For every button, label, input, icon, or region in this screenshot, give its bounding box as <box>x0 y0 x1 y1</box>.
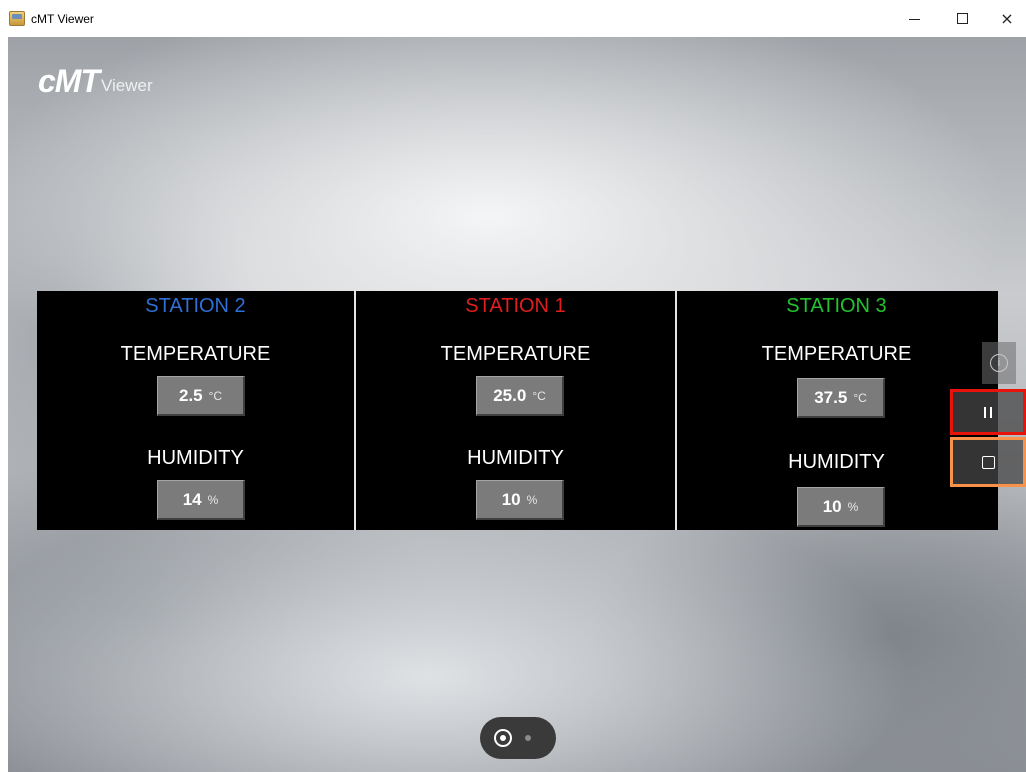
station-column-station-2: STATION 2 TEMPERATURE 2.5 °C HUMIDITY 14… <box>37 291 356 530</box>
pause-icon <box>984 406 992 418</box>
maximize-icon <box>956 13 968 24</box>
logo-main-text: cMT <box>38 63 100 99</box>
close-button[interactable]: × <box>985 0 1026 37</box>
stop-icon <box>981 455 995 469</box>
info-button[interactable]: i <box>982 342 1016 384</box>
station-column-station-3: STATION 3 TEMPERATURE 37.5 °C HUMIDITY 1… <box>677 291 996 530</box>
humidity-label: HUMIDITY <box>147 447 244 469</box>
humidity-value: 10 <box>501 489 521 509</box>
info-icon: i <box>990 354 1008 372</box>
temperature-value-box[interactable]: 2.5 °C <box>157 376 245 416</box>
page-dot-active[interactable] <box>494 729 512 747</box>
humidity-unit: % <box>847 499 859 514</box>
temperature-unit: °C <box>853 390 867 405</box>
temperature-value: 37.5 <box>814 387 848 407</box>
temperature-label: TEMPERATURE <box>120 343 271 365</box>
minimize-icon <box>908 19 920 20</box>
cmt-viewer-logo: cMT Viewer <box>38 65 153 97</box>
logo-sub-text: Viewer <box>101 76 153 95</box>
stop-button[interactable] <box>950 437 1026 487</box>
page-dot[interactable] <box>525 735 531 741</box>
temperature-value-box[interactable]: 37.5 °C <box>797 378 885 418</box>
station-title: STATION 3 <box>786 295 887 317</box>
window-title: cMT Viewer <box>31 12 94 26</box>
humidity-unit: % <box>207 492 219 507</box>
temperature-label: TEMPERATURE <box>761 343 912 365</box>
temperature-unit: °C <box>208 388 223 403</box>
minimize-button[interactable] <box>892 0 936 37</box>
temperature-value: 2.5 <box>178 385 203 405</box>
temperature-label: TEMPERATURE <box>440 343 591 365</box>
humidity-value-box[interactable]: 10 % <box>797 487 885 527</box>
humidity-value-box[interactable]: 14 % <box>157 480 245 520</box>
station-column-station-1: STATION 1 TEMPERATURE 25.0 °C HUMIDITY 1… <box>356 291 677 530</box>
humidity-value-box[interactable]: 10 % <box>476 480 564 520</box>
humidity-label: HUMIDITY <box>788 451 885 473</box>
maximize-button[interactable] <box>940 0 984 37</box>
temperature-value: 25.0 <box>493 385 527 405</box>
pause-button[interactable] <box>950 389 1026 435</box>
station-title: STATION 2 <box>145 295 246 317</box>
page-indicator[interactable] <box>480 717 556 759</box>
title-bar: cMT Viewer × <box>0 0 1026 37</box>
app-icon <box>9 11 25 26</box>
viewer-canvas: cMT Viewer STATION 2 TEMPERATURE 2.5 °C … <box>8 37 1026 772</box>
close-icon: × <box>1000 9 1014 28</box>
humidity-label: HUMIDITY <box>467 447 564 469</box>
humidity-unit: % <box>526 492 538 507</box>
humidity-value: 10 <box>822 496 842 516</box>
temperature-value-box[interactable]: 25.0 °C <box>476 376 564 416</box>
station-title: STATION 1 <box>465 295 566 317</box>
station-panel: STATION 2 TEMPERATURE 2.5 °C HUMIDITY 14… <box>37 291 998 530</box>
humidity-value: 14 <box>182 489 202 509</box>
temperature-unit: °C <box>532 388 546 403</box>
